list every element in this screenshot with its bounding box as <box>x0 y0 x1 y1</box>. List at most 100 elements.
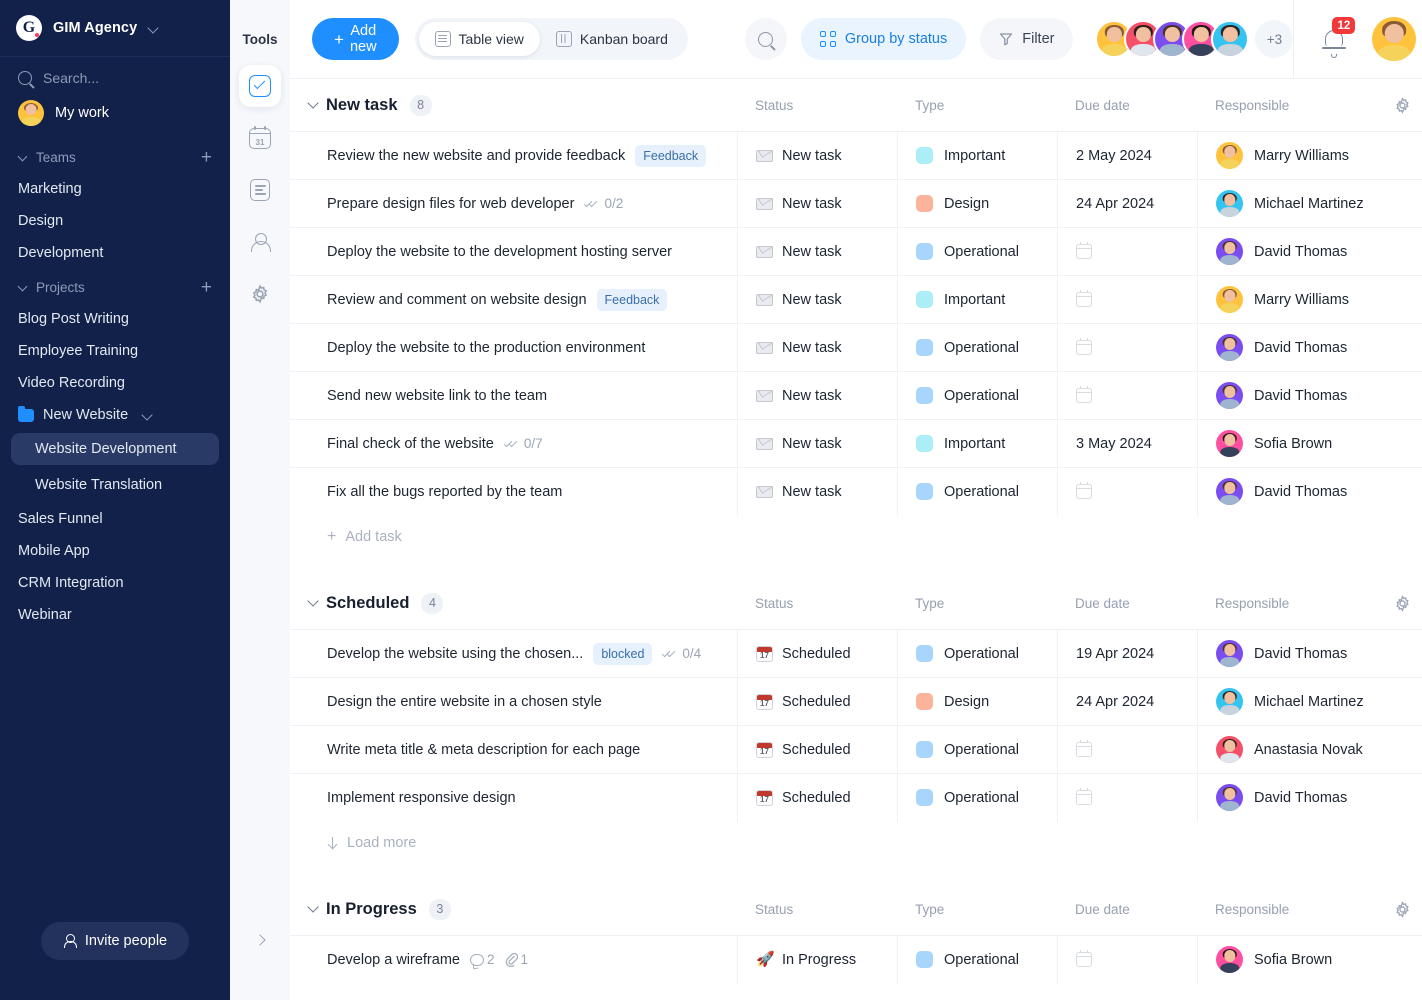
task-name-cell[interactable]: Develop a wireframe 2 1 <box>290 936 737 984</box>
status-cell[interactable]: New task <box>737 323 897 372</box>
task-name-cell[interactable]: Fix all the bugs reported by the team <box>290 468 737 516</box>
calendar-empty-icon[interactable] <box>1076 740 1092 757</box>
task-tag[interactable]: Feedback <box>635 144 707 167</box>
table-row[interactable]: Develop the website using the chosen... b… <box>290 629 1422 678</box>
sidebar-item-webinar[interactable]: Webinar <box>0 599 230 631</box>
column-header-responsible[interactable]: Responsible <box>1197 98 1382 113</box>
tool-documents[interactable] <box>239 169 281 211</box>
due-date-cell[interactable]: 2 May 2024 <box>1057 131 1197 180</box>
due-date-cell[interactable]: 3 May 2024 <box>1057 419 1197 468</box>
due-date-cell[interactable]: 19 Apr 2024 <box>1057 629 1197 678</box>
column-header-due-date[interactable]: Due date <box>1057 902 1197 917</box>
responsible-cell[interactable]: Marry Williams <box>1197 275 1422 324</box>
responsible-cell[interactable]: Anastasia Novak <box>1197 725 1422 774</box>
status-cell[interactable]: 17 Scheduled <box>737 677 897 726</box>
sidebar-item-my-work[interactable]: My work <box>0 93 230 139</box>
column-header-status[interactable]: Status <box>737 98 897 113</box>
status-cell[interactable]: New task <box>737 275 897 324</box>
add-team-icon[interactable]: + <box>201 148 212 167</box>
responsible-cell[interactable]: Sofia Brown <box>1197 935 1422 984</box>
due-date-cell[interactable]: 24 Apr 2024 <box>1057 179 1197 228</box>
load-more-button[interactable]: Load more <box>290 821 1422 865</box>
status-cell[interactable]: New task <box>737 131 897 180</box>
type-cell[interactable]: Important <box>897 131 1057 180</box>
due-date-cell[interactable] <box>1057 275 1197 324</box>
status-cell[interactable]: New task <box>737 371 897 420</box>
collapse-group-button[interactable] <box>300 595 326 607</box>
responsible-cell[interactable]: Michael Martinez <box>1197 179 1422 228</box>
table-row[interactable]: Send new website link to the team New tas… <box>290 371 1422 420</box>
sidebar-item-mobile-app[interactable]: Mobile App <box>0 535 230 567</box>
due-date-cell[interactable] <box>1057 773 1197 822</box>
type-cell[interactable]: Operational <box>897 725 1057 774</box>
task-tag[interactable]: Feedback <box>596 288 668 311</box>
sidebar-item-design[interactable]: Design <box>0 205 230 237</box>
sidebar-item-crm-integration[interactable]: CRM Integration <box>0 567 230 599</box>
table-row[interactable]: Prepare design files for web developer 0/… <box>290 179 1422 228</box>
responsible-cell[interactable]: David Thomas <box>1197 323 1422 372</box>
task-name-cell[interactable]: Develop the website using the chosen... b… <box>290 630 737 678</box>
column-header-type[interactable]: Type <box>897 902 1057 917</box>
status-cell[interactable]: 17 Scheduled <box>737 725 897 774</box>
task-name-cell[interactable]: Deploy the website to the development ho… <box>290 228 737 276</box>
calendar-empty-icon[interactable] <box>1076 482 1092 499</box>
avatar-overflow-count[interactable]: +3 <box>1255 20 1294 58</box>
due-date-cell[interactable]: 24 Apr 2024 <box>1057 677 1197 726</box>
table-row[interactable]: Implement responsive design 17 Scheduled Op… <box>290 773 1422 822</box>
table-row[interactable]: Final check of the website 0/7 New task Imp… <box>290 419 1422 468</box>
due-date-cell[interactable] <box>1057 467 1197 516</box>
type-cell[interactable]: Operational <box>897 323 1057 372</box>
status-cell[interactable]: 17 Scheduled <box>737 773 897 822</box>
sidebar-item-website-development[interactable]: Website Development <box>11 433 219 465</box>
column-settings-button[interactable] <box>1382 594 1422 613</box>
user-avatar[interactable] <box>1372 17 1417 61</box>
column-header-due-date[interactable]: Due date <box>1057 98 1197 113</box>
group-by-status-button[interactable]: Group by status <box>800 18 967 60</box>
due-date-cell[interactable] <box>1057 725 1197 774</box>
type-cell[interactable]: Operational <box>897 227 1057 276</box>
tool-contacts[interactable] <box>239 221 281 263</box>
table-row[interactable]: Review and comment on website design Feed… <box>290 275 1422 324</box>
column-header-responsible[interactable]: Responsible <box>1197 596 1382 611</box>
type-cell[interactable]: Operational <box>897 773 1057 822</box>
sidebar-item-development[interactable]: Development <box>0 237 230 269</box>
add-project-icon[interactable]: + <box>201 278 212 297</box>
responsible-cell[interactable]: David Thomas <box>1197 371 1422 420</box>
task-table[interactable]: New task 8 Status Type Due date Responsible Re… <box>290 79 1422 1000</box>
teams-section-header[interactable]: Teams + <box>0 139 230 173</box>
task-name-cell[interactable]: Deploy the website to the production env… <box>290 324 737 372</box>
filter-button[interactable]: Filter <box>980 18 1074 60</box>
responsible-cell[interactable]: Sofia Brown <box>1197 419 1422 468</box>
projects-section-header[interactable]: Projects + <box>0 269 230 303</box>
avatar[interactable] <box>1211 20 1250 58</box>
status-cell[interactable]: 17 Scheduled <box>737 629 897 678</box>
chevron-down-icon[interactable] <box>148 23 159 34</box>
task-name-cell[interactable]: Design the entire website in a chosen st… <box>290 678 737 726</box>
type-cell[interactable]: Operational <box>897 629 1057 678</box>
add-new-button[interactable]: + Add new <box>312 18 399 60</box>
member-avatars[interactable]: +3 <box>1095 20 1294 58</box>
task-name-cell[interactable]: Prepare design files for web developer 0/… <box>290 180 737 228</box>
sidebar-search[interactable]: Search... <box>0 57 230 93</box>
column-header-responsible[interactable]: Responsible <box>1197 902 1382 917</box>
responsible-cell[interactable]: David Thomas <box>1197 773 1422 822</box>
responsible-cell[interactable]: Michael Martinez <box>1197 677 1422 726</box>
status-cell[interactable]: New task <box>737 467 897 516</box>
due-date-cell[interactable] <box>1057 323 1197 372</box>
calendar-empty-icon[interactable] <box>1076 788 1092 805</box>
expand-sidebar-button[interactable] <box>248 928 272 952</box>
type-cell[interactable]: Operational <box>897 467 1057 516</box>
status-cell[interactable]: New task <box>737 419 897 468</box>
responsible-cell[interactable]: Marry Williams <box>1197 131 1422 180</box>
responsible-cell[interactable]: David Thomas <box>1197 467 1422 516</box>
table-row[interactable]: Deploy the website to the development ho… <box>290 227 1422 276</box>
task-name-cell[interactable]: Write meta title & meta description for … <box>290 726 737 774</box>
calendar-empty-icon[interactable] <box>1076 290 1092 307</box>
task-tag[interactable]: blocked <box>593 642 653 665</box>
calendar-empty-icon[interactable] <box>1076 338 1092 355</box>
tool-settings[interactable] <box>239 273 281 315</box>
type-cell[interactable]: Design <box>897 677 1057 726</box>
table-row[interactable]: Design the entire website in a chosen st… <box>290 677 1422 726</box>
table-row[interactable]: Develop a wireframe 2 1 🚀 In Progress Operati… <box>290 935 1422 984</box>
invite-people-button[interactable]: Invite people <box>40 922 190 960</box>
